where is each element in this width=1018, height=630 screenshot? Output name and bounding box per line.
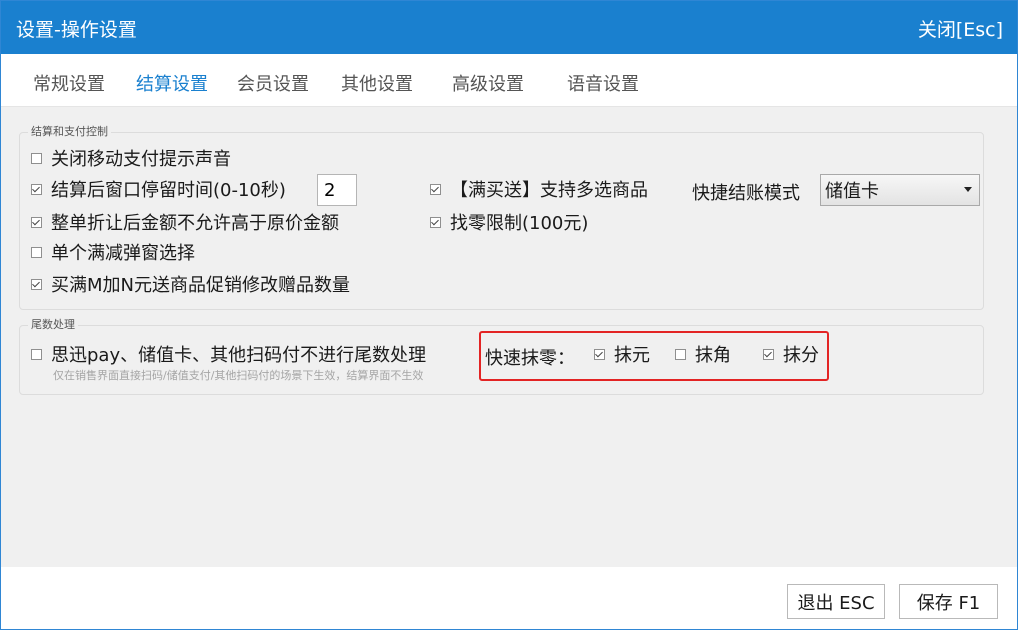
- option-single-discount-popup[interactable]: 单个满减弹窗选择: [31, 240, 195, 264]
- option-change-limit[interactable]: 找零限制(100元): [430, 210, 588, 234]
- checkbox[interactable]: [31, 183, 42, 195]
- rounding-hint: 仅在销售界面直接扫码/储值支付/其他扫码付的场景下生效，结算界面不生效: [53, 369, 424, 382]
- option-stay-time[interactable]: 结算后窗口停留时间(0-10秒): [31, 177, 286, 201]
- tab-general[interactable]: 常规设置: [33, 70, 105, 96]
- checkbox[interactable]: [763, 348, 774, 360]
- settings-content: 结算和支付控制 关闭移动支付提示声音 结算后窗口停留时间(0-10秒) 整单折让…: [1, 107, 1017, 567]
- window-title: 设置-操作设置: [16, 19, 137, 41]
- chevron-down-icon: [964, 187, 972, 192]
- checkbox[interactable]: [430, 183, 441, 195]
- tab-other[interactable]: 其他设置: [341, 70, 413, 96]
- tab-member[interactable]: 会员设置: [237, 70, 309, 96]
- settings-window: 设置-操作设置 关闭[Esc] 常规设置 结算设置 会员设置 其他设置 高级设置…: [0, 0, 1018, 630]
- rounding-group-legend: 尾数处理: [28, 318, 78, 332]
- exit-button[interactable]: 退出 ESC: [787, 584, 885, 619]
- tab-bar: 常规设置 结算设置 会员设置 其他设置 高级设置 语音设置: [1, 54, 1017, 107]
- stay-time-input[interactable]: [317, 174, 357, 206]
- checkbox[interactable]: [31, 278, 42, 290]
- tab-advanced[interactable]: 高级设置: [452, 70, 524, 96]
- quick-checkout-select[interactable]: 储值卡: [820, 174, 980, 206]
- save-button[interactable]: 保存 F1: [899, 584, 998, 619]
- checkbox[interactable]: [31, 152, 42, 164]
- option-multi-select-gift[interactable]: 【满买送】支持多选商品: [430, 177, 648, 201]
- option-round-fen[interactable]: 抹分: [763, 342, 819, 366]
- checkbox[interactable]: [31, 348, 42, 360]
- option-round-jiao[interactable]: 抹角: [675, 342, 731, 366]
- option-skip-rounding[interactable]: 思迅pay、储值卡、其他扫码付不进行尾数处理: [31, 342, 426, 366]
- option-buy-m-add-n[interactable]: 买满M加N元送商品促销修改赠品数量: [31, 272, 350, 296]
- quick-checkout-value: 储值卡: [825, 181, 879, 202]
- checkbox[interactable]: [31, 216, 42, 228]
- title-bar: 设置-操作设置 关闭[Esc]: [1, 1, 1017, 54]
- quick-checkout-label: 快捷结账模式: [692, 183, 800, 204]
- option-close-mobile-pay-sound[interactable]: 关闭移动支付提示声音: [31, 146, 231, 170]
- close-button[interactable]: 关闭[Esc]: [918, 15, 1003, 42]
- quick-round-label: 快速抹零：: [485, 348, 575, 369]
- checkbox[interactable]: [31, 246, 42, 258]
- tab-voice[interactable]: 语音设置: [567, 70, 639, 96]
- footer-bar: 退出 ESC 保存 F1: [1, 567, 1017, 629]
- settlement-group-legend: 结算和支付控制: [28, 125, 111, 139]
- option-round-yuan[interactable]: 抹元: [594, 342, 650, 366]
- tab-settlement[interactable]: 结算设置: [136, 70, 208, 96]
- option-no-exceed-original[interactable]: 整单折让后金额不允许高于原价金额: [31, 210, 339, 234]
- checkbox[interactable]: [675, 348, 686, 360]
- checkbox[interactable]: [594, 348, 605, 360]
- checkbox[interactable]: [430, 216, 441, 228]
